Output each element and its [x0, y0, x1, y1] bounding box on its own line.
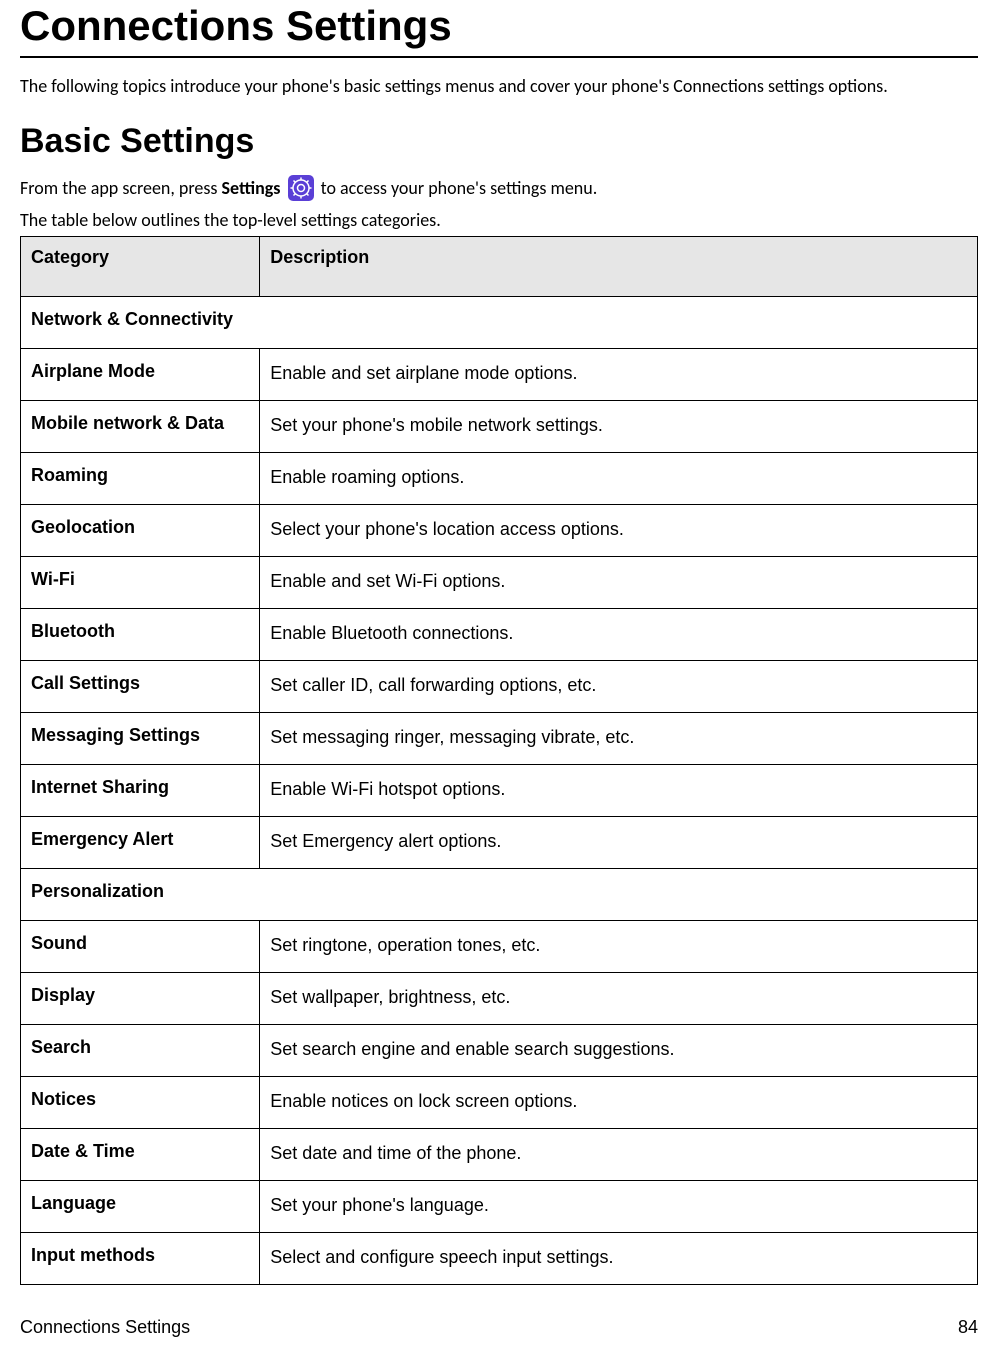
category-cell: Notices [21, 1077, 260, 1129]
table-row: Wi-FiEnable and set Wi-Fi options. [21, 557, 978, 609]
description-cell: Set Emergency alert options. [260, 817, 978, 869]
category-cell: Display [21, 973, 260, 1025]
table-section-row: Network & Connectivity [21, 297, 978, 349]
table-row: SearchSet search engine and enable searc… [21, 1025, 978, 1077]
table-row: Mobile network & DataSet your phone's mo… [21, 401, 978, 453]
table-section-row: Personalization [21, 869, 978, 921]
description-cell: Enable and set Wi-Fi options. [260, 557, 978, 609]
table-row: Input methodsSelect and configure speech… [21, 1233, 978, 1285]
description-cell: Enable roaming options. [260, 453, 978, 505]
table-row: BluetoothEnable Bluetooth connections. [21, 609, 978, 661]
category-cell: Mobile network & Data [21, 401, 260, 453]
instruction-prefix: From the app screen, press [20, 177, 222, 199]
category-cell: Emergency Alert [21, 817, 260, 869]
table-row: SoundSet ringtone, operation tones, etc. [21, 921, 978, 973]
footer-left: Connections Settings [20, 1317, 190, 1338]
footer-page-number: 84 [958, 1317, 978, 1338]
instruction-suffix: to access your phone's settings menu. [317, 177, 598, 199]
description-cell: Set ringtone, operation tones, etc. [260, 921, 978, 973]
table-row: Internet SharingEnable Wi-Fi hotspot opt… [21, 765, 978, 817]
table-row: DisplaySet wallpaper, brightness, etc. [21, 973, 978, 1025]
category-cell: Messaging Settings [21, 713, 260, 765]
description-cell: Set your phone's mobile network settings… [260, 401, 978, 453]
category-cell: Language [21, 1181, 260, 1233]
table-row: Messaging SettingsSet messaging ringer, … [21, 713, 978, 765]
description-cell: Set date and time of the phone. [260, 1129, 978, 1181]
table-row: NoticesEnable notices on lock screen opt… [21, 1077, 978, 1129]
description-cell: Set caller ID, call forwarding options, … [260, 661, 978, 713]
section-label: Personalization [21, 869, 978, 921]
category-cell: Call Settings [21, 661, 260, 713]
category-cell: Sound [21, 921, 260, 973]
header-description: Description [260, 237, 978, 297]
header-category: Category [21, 237, 260, 297]
instruction-bold: Settings [222, 177, 281, 199]
description-cell: Set wallpaper, brightness, etc. [260, 973, 978, 1025]
section-heading: Basic Settings [20, 122, 978, 161]
instruction-line: From the app screen, press Settings to a… [20, 175, 978, 203]
category-cell: Date & Time [21, 1129, 260, 1181]
table-row: RoamingEnable roaming options. [21, 453, 978, 505]
description-cell: Enable Wi-Fi hotspot options. [260, 765, 978, 817]
category-cell: Bluetooth [21, 609, 260, 661]
category-cell: Roaming [21, 453, 260, 505]
description-cell: Set your phone's language. [260, 1181, 978, 1233]
category-cell: Input methods [21, 1233, 260, 1285]
description-cell: Select your phone's location access opti… [260, 505, 978, 557]
table-row: Call SettingsSet caller ID, call forward… [21, 661, 978, 713]
table-caption: The table below outlines the top-level s… [20, 207, 978, 234]
category-cell: Internet Sharing [21, 765, 260, 817]
description-cell: Enable notices on lock screen options. [260, 1077, 978, 1129]
description-cell: Enable and set airplane mode options. [260, 349, 978, 401]
page-title: Connections Settings [20, 0, 978, 58]
table-row: LanguageSet your phone's language. [21, 1181, 978, 1233]
description-cell: Select and configure speech input settin… [260, 1233, 978, 1285]
description-cell: Set search engine and enable search sugg… [260, 1025, 978, 1077]
description-cell: Enable Bluetooth connections. [260, 609, 978, 661]
settings-icon [288, 175, 314, 201]
table-row: Emergency AlertSet Emergency alert optio… [21, 817, 978, 869]
description-cell: Set messaging ringer, messaging vibrate,… [260, 713, 978, 765]
table-row: Date & TimeSet date and time of the phon… [21, 1129, 978, 1181]
category-cell: Wi-Fi [21, 557, 260, 609]
page-footer: Connections Settings 84 [20, 1317, 978, 1338]
table-header-row: Category Description [21, 237, 978, 297]
intro-paragraph: The following topics introduce your phon… [20, 74, 978, 98]
settings-table: Category Description Network & Connectiv… [20, 236, 978, 1285]
category-cell: Search [21, 1025, 260, 1077]
category-cell: Geolocation [21, 505, 260, 557]
category-cell: Airplane Mode [21, 349, 260, 401]
section-label: Network & Connectivity [21, 297, 978, 349]
table-row: Airplane ModeEnable and set airplane mod… [21, 349, 978, 401]
table-row: GeolocationSelect your phone's location … [21, 505, 978, 557]
